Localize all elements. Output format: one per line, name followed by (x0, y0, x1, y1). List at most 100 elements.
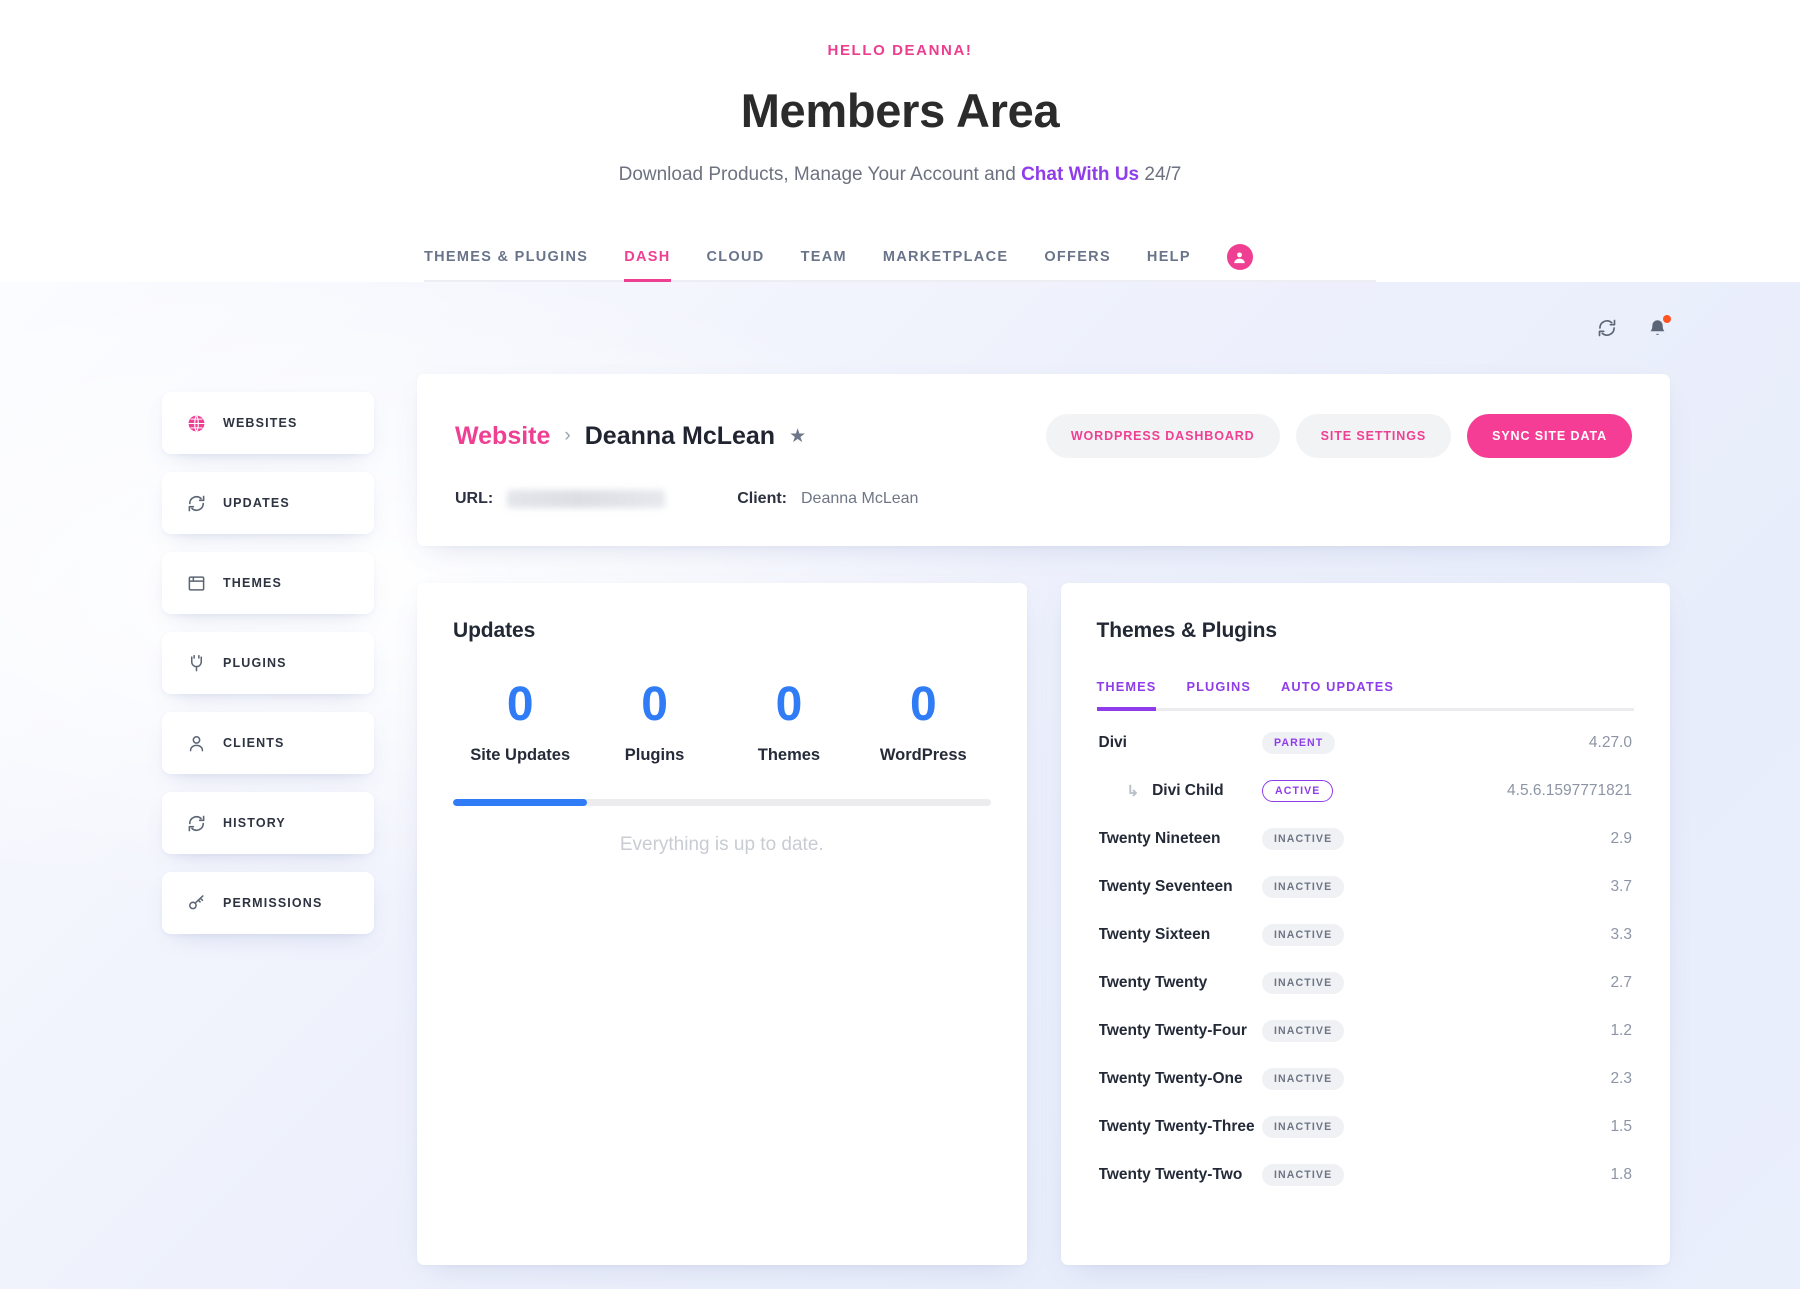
status-badge-cell: INACTIVE (1262, 1068, 1442, 1090)
theme-name: Twenty Twenty-Two (1099, 1166, 1263, 1184)
client-value: Deanna McLean (801, 490, 918, 508)
table-row[interactable]: Twenty Twenty-TwoINACTIVE1.8 (1097, 1151, 1635, 1199)
notification-dot (1663, 315, 1671, 323)
themes-plugins-tabs: THEMES PLUGINS AUTO UPDATES (1097, 679, 1635, 711)
sidebar-item-label: PLUGINS (223, 656, 287, 670)
tab-themes[interactable]: THEMES (1097, 679, 1157, 711)
theme-name-label: Twenty Twenty-Two (1099, 1166, 1243, 1184)
user-circle-icon[interactable] (1227, 244, 1253, 270)
nav-item-dash[interactable]: DASH (624, 249, 670, 282)
version-value: 1.5 (1442, 1118, 1632, 1136)
updates-card: Updates 0 Site Updates 0 Plugins (417, 583, 1027, 1265)
status-badge-cell: INACTIVE (1262, 1116, 1442, 1138)
theme-name: Twenty Sixteen (1099, 926, 1263, 944)
sidebar-item-websites[interactable]: WEBSITES (162, 392, 374, 454)
wordpress-dashboard-button[interactable]: WORDPRESS DASHBOARD (1046, 414, 1280, 458)
theme-name-label: Twenty Sixteen (1099, 926, 1211, 944)
sidebar: WEBSITES UPDATES THEMES (162, 374, 374, 934)
breadcrumb-website-link[interactable]: Website (455, 422, 550, 451)
app-body: WEBSITES UPDATES THEMES (0, 354, 1800, 1265)
themes-plugins-column: Themes & Plugins THEMES PLUGINS AUTO UPD… (1061, 583, 1671, 1265)
theme-name-label: Divi Child (1152, 782, 1223, 800)
sidebar-item-plugins[interactable]: PLUGINS (162, 632, 374, 694)
client-label: Client: (737, 490, 787, 508)
theme-name: Divi (1099, 734, 1263, 752)
breadcrumb: Website › Deanna McLean ★ (455, 422, 806, 451)
hero-subtitle: Download Products, Manage Your Account a… (0, 164, 1800, 186)
status-badge-cell: INACTIVE (1262, 1020, 1442, 1042)
status-badge: ACTIVE (1262, 780, 1333, 802)
nav-item-help[interactable]: HELP (1147, 249, 1191, 282)
status-badge-cell: INACTIVE (1262, 828, 1442, 850)
stat-value: 0 (587, 681, 721, 729)
table-row[interactable]: Twenty Sixteen INACTIVE3.3 (1097, 911, 1635, 959)
site-header-card: Website › Deanna McLean ★ WORDPRESS DASH… (417, 374, 1670, 546)
updates-column: Updates 0 Site Updates 0 Plugins (417, 583, 1027, 1265)
refresh-icon[interactable] (1594, 315, 1620, 341)
tab-plugins[interactable]: PLUGINS (1186, 679, 1251, 711)
table-row[interactable]: Divi PARENT4.27.0 (1097, 719, 1635, 767)
theme-name-label: Twenty Twenty-One (1099, 1070, 1243, 1088)
star-icon[interactable]: ★ (789, 427, 806, 446)
version-value: 4.5.6.1597771821 (1442, 782, 1632, 800)
theme-name: ↳ Divi Child (1099, 782, 1263, 800)
themes-list: Divi PARENT4.27.0 ↳ Divi Child ACTIVE 4.5.6.1… (1097, 719, 1635, 1199)
nav-item-cloud[interactable]: CLOUD (707, 249, 765, 282)
app-shell: WEBSITES UPDATES THEMES (0, 282, 1800, 1289)
nav-item-team[interactable]: TEAM (801, 249, 847, 282)
table-row[interactable]: Twenty Twenty-FourINACTIVE1.2 (1097, 1007, 1635, 1055)
plug-icon (186, 653, 206, 673)
table-row[interactable]: Twenty TwentyINACTIVE2.7 (1097, 959, 1635, 1007)
hero-subtitle-after: 24/7 (1139, 164, 1181, 185)
sidebar-item-label: HISTORY (223, 816, 286, 830)
sidebar-item-updates[interactable]: UPDATES (162, 472, 374, 534)
child-arrow-icon: ↳ (1127, 784, 1140, 799)
main-content: Website › Deanna McLean ★ WORDPRESS DASH… (417, 374, 1670, 1265)
status-badge: INACTIVE (1262, 1020, 1344, 1042)
updates-progress-track (453, 799, 991, 806)
version-value: 3.3 (1442, 926, 1632, 944)
status-badge: INACTIVE (1262, 1116, 1344, 1138)
window-icon (186, 573, 206, 593)
theme-name: Twenty Twenty (1099, 974, 1263, 992)
status-badge-cell: PARENT (1262, 732, 1442, 754)
site-actions: WORDPRESS DASHBOARD SITE SETTINGS SYNC S… (1046, 414, 1632, 458)
sidebar-item-history[interactable]: HISTORY (162, 792, 374, 854)
status-badge: INACTIVE (1262, 1164, 1344, 1186)
dashboard-cards: Updates 0 Site Updates 0 Plugins (417, 583, 1670, 1265)
theme-name: Twenty Seventeen (1099, 878, 1263, 896)
sidebar-item-label: CLIENTS (223, 736, 285, 750)
refresh-icon (186, 493, 206, 513)
chat-with-us-link[interactable]: Chat With Us (1021, 164, 1139, 185)
bell-icon[interactable] (1644, 315, 1670, 341)
updates-progress-fill (453, 799, 587, 806)
nav-item-marketplace[interactable]: MARKETPLACE (883, 249, 1008, 282)
sidebar-item-permissions[interactable]: PERMISSIONS (162, 872, 374, 934)
theme-name: Twenty Nineteen (1099, 830, 1263, 848)
table-row[interactable]: Twenty NineteenINACTIVE2.9 (1097, 815, 1635, 863)
sidebar-item-themes[interactable]: THEMES (162, 552, 374, 614)
theme-name-label: Divi (1099, 734, 1127, 752)
sync-site-data-button[interactable]: SYNC SITE DATA (1467, 414, 1632, 458)
table-row[interactable]: Twenty SeventeenINACTIVE3.7 (1097, 863, 1635, 911)
nav-item-offers[interactable]: OFFERS (1044, 249, 1111, 282)
table-row[interactable]: ↳ Divi Child ACTIVE 4.5.6.1597771821 (1097, 767, 1635, 815)
status-badge-cell: INACTIVE (1262, 924, 1442, 946)
status-badge-cell: INACTIVE (1262, 876, 1442, 898)
site-settings-button[interactable]: SITE SETTINGS (1296, 414, 1451, 458)
updates-stats: 0 Site Updates 0 Plugins 0 Themes (453, 681, 991, 765)
table-row[interactable]: Twenty Twenty-ThreeINACTIVE1.5 (1097, 1103, 1635, 1151)
key-icon (186, 893, 206, 913)
theme-name-label: Twenty Nineteen (1099, 830, 1221, 848)
nav-item-themes-plugins[interactable]: THEMES & PLUGINS (424, 249, 588, 282)
stat-site-updates: 0 Site Updates (453, 681, 587, 765)
version-value: 4.27.0 (1442, 734, 1632, 752)
sidebar-item-label: THEMES (223, 576, 282, 590)
sidebar-item-clients[interactable]: CLIENTS (162, 712, 374, 774)
status-badge-cell: ACTIVE (1262, 780, 1442, 802)
main-navigation: THEMES & PLUGINS DASH CLOUD TEAM MARKETP… (424, 230, 1376, 282)
site-meta: URL: Client: Deanna McLean (455, 490, 1632, 508)
table-row[interactable]: Twenty Twenty-OneINACTIVE2.3 (1097, 1055, 1635, 1103)
stat-wordpress: 0 WordPress (856, 681, 990, 765)
tab-auto-updates[interactable]: AUTO UPDATES (1281, 679, 1394, 711)
